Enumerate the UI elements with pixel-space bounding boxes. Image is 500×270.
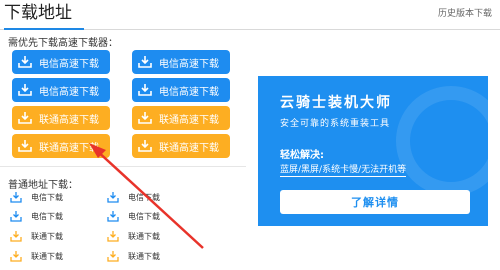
- page-header: 下载地址 历史版本下载: [0, 0, 500, 30]
- unicom-fast-download-button[interactable]: 联通高速下载: [132, 134, 230, 158]
- telecom-download-link[interactable]: 电信下载: [107, 209, 160, 223]
- download-icon: [18, 84, 32, 96]
- telecom-download-link[interactable]: 电信下载: [107, 190, 160, 204]
- button-label: 联通高速下载: [39, 142, 99, 154]
- download-icon: [18, 56, 32, 68]
- unicom-download-link[interactable]: 联通下载: [10, 229, 63, 243]
- download-icon: [18, 112, 32, 124]
- download-icon: [138, 56, 152, 68]
- telecom-fast-download-button[interactable]: 电信高速下载: [12, 78, 110, 102]
- unicom-download-link[interactable]: 联通下载: [10, 249, 63, 263]
- link-label: 联通下载: [128, 251, 160, 261]
- download-icon: [10, 211, 22, 222]
- link-label: 联通下载: [31, 251, 63, 261]
- link-label: 电信下载: [128, 192, 160, 202]
- history-versions-link[interactable]: 历史版本下载: [438, 6, 492, 19]
- promo-title: 云骑士装机大师: [280, 95, 392, 111]
- link-label: 电信下载: [31, 192, 63, 202]
- link-label: 联通下载: [31, 231, 63, 241]
- download-icon: [138, 140, 152, 152]
- telecom-download-link[interactable]: 电信下载: [10, 209, 63, 223]
- link-label: 电信下载: [31, 211, 63, 221]
- telecom-fast-download-button[interactable]: 电信高速下载: [12, 50, 110, 74]
- button-label: 电信高速下载: [159, 86, 219, 98]
- download-icon: [107, 192, 119, 203]
- button-label: 联通高速下载: [39, 114, 99, 126]
- button-label: 联通高速下载: [159, 114, 219, 126]
- button-label: 电信高速下载: [39, 58, 99, 70]
- unicom-download-link[interactable]: 联通下载: [107, 249, 160, 263]
- download-icon: [107, 251, 119, 262]
- download-icon: [107, 211, 119, 222]
- telecom-fast-download-button[interactable]: 电信高速下载: [132, 50, 230, 74]
- download-icon: [138, 84, 152, 96]
- button-label: 联通高速下载: [159, 142, 219, 154]
- promo-banner: 云骑士装机大师 安全可靠的系统重装工具 轻松解决: 蓝屏/黑屏/系统卡慢/无法开…: [258, 76, 488, 226]
- download-icon: [18, 140, 32, 152]
- normal-download-label: 普通地址下载：: [8, 180, 78, 191]
- promo-problems: 蓝屏/黑屏/系统卡慢/无法开机等: [280, 162, 407, 177]
- promo-decoration: [396, 86, 488, 196]
- telecom-fast-download-button[interactable]: 电信高速下载: [132, 78, 230, 102]
- fast-download-label: 需优先下载高速下载器：: [8, 38, 118, 49]
- unicom-fast-download-button[interactable]: 联通高速下载: [12, 106, 110, 130]
- download-icon: [10, 192, 22, 203]
- telecom-download-link[interactable]: 电信下载: [10, 190, 63, 204]
- download-icon: [107, 231, 119, 242]
- promo-subtitle: 安全可靠的系统重装工具: [280, 119, 391, 129]
- download-icon: [10, 231, 22, 242]
- section-divider: [0, 166, 246, 167]
- learn-more-button[interactable]: 了解详情: [280, 190, 470, 214]
- unicom-fast-download-button[interactable]: 联通高速下载: [12, 134, 110, 158]
- unicom-fast-download-button[interactable]: 联通高速下载: [132, 106, 230, 130]
- button-label: 电信高速下载: [39, 86, 99, 98]
- download-icon: [10, 251, 22, 262]
- link-label: 联通下载: [128, 231, 160, 241]
- button-label: 电信高速下载: [159, 58, 219, 70]
- page-title: 下载地址: [4, 3, 84, 30]
- link-label: 电信下载: [128, 211, 160, 221]
- promo-solve-label: 轻松解决:: [280, 150, 324, 161]
- unicom-download-link[interactable]: 联通下载: [107, 229, 160, 243]
- download-icon: [138, 112, 152, 124]
